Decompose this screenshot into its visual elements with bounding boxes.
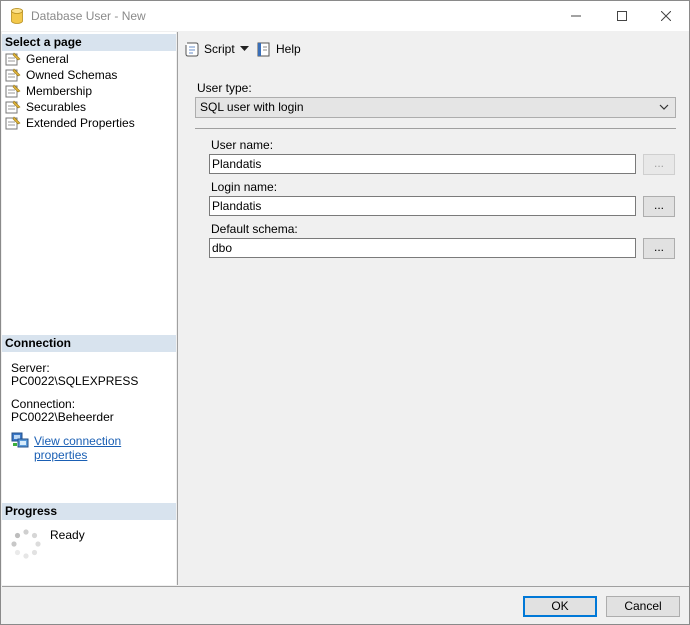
help-label: Help (276, 42, 301, 56)
user-name-browse-button[interactable]: ... (643, 154, 675, 175)
view-connection-properties-link[interactable]: View connection properties (34, 434, 176, 462)
page-item-label: Securables (26, 100, 87, 114)
login-name-label: Login name: (211, 180, 278, 194)
script-dropdown-button[interactable] (240, 40, 249, 58)
page-wrench-icon (5, 52, 21, 66)
select-page-header: Select a page (2, 34, 176, 51)
user-type-label: User type: (197, 81, 252, 95)
page-item-extended-properties[interactable]: Extended Properties (5, 115, 135, 131)
user-name-field[interactable]: Plandatis (209, 154, 636, 174)
page-wrench-icon (5, 116, 21, 130)
user-type-select[interactable]: SQL user with login (195, 97, 676, 118)
connection-properties-icon (11, 432, 29, 448)
progress-status: Ready (50, 528, 85, 542)
page-item-label: Membership (26, 84, 93, 98)
page-item-securables[interactable]: Securables (5, 99, 86, 115)
ok-button[interactable]: OK (523, 596, 597, 617)
default-schema-browse-button[interactable]: ... (643, 238, 675, 259)
user-type-value: SQL user with login (200, 100, 304, 114)
login-name-field[interactable]: Plandatis (209, 196, 636, 216)
page-item-label: Extended Properties (26, 116, 135, 130)
chevron-down-icon (659, 104, 669, 110)
page-item-owned-schemas[interactable]: Owned Schemas (5, 67, 117, 83)
cancel-button[interactable]: Cancel (606, 596, 680, 617)
minimize-button[interactable] (553, 1, 599, 31)
script-label: Script (204, 42, 235, 56)
minimize-icon (571, 15, 581, 17)
page-item-membership[interactable]: Membership (5, 83, 92, 99)
server-value: PC0022\SQLEXPRESS (11, 374, 139, 388)
dialog-footer: OK Cancel (2, 586, 689, 624)
divider (195, 128, 676, 129)
title-bar[interactable]: Database User - New (1, 1, 689, 31)
progress-header: Progress (2, 503, 176, 520)
default-schema-label: Default schema: (211, 222, 298, 236)
page-item-label: General (26, 52, 69, 66)
chevron-down-icon (240, 46, 249, 51)
connection-header: Connection (2, 335, 176, 352)
script-button[interactable]: Script (184, 40, 235, 58)
maximize-button[interactable] (599, 1, 645, 31)
help-button[interactable]: Help (256, 40, 301, 58)
window-title: Database User - New (31, 9, 146, 23)
connection-value: PC0022\Beheerder (11, 410, 114, 424)
page-wrench-icon (5, 84, 21, 98)
left-pane: Select a page General Owned Schemas Memb… (2, 32, 176, 585)
right-pane: Script Help User type: SQL user with log… (177, 32, 689, 585)
page-wrench-icon (5, 100, 21, 114)
close-icon (661, 11, 671, 21)
script-icon (185, 42, 199, 57)
default-schema-field[interactable]: dbo (209, 238, 636, 258)
help-book-icon (257, 42, 270, 57)
page-item-label: Owned Schemas (26, 68, 118, 82)
progress-spinner-icon (11, 529, 41, 559)
close-button[interactable] (643, 1, 689, 31)
page-item-general[interactable]: General (5, 51, 69, 67)
page-wrench-icon (5, 68, 21, 82)
dialog-window: Database User - New Select a page Genera… (0, 0, 690, 625)
user-name-label: User name: (211, 138, 274, 152)
login-name-browse-button[interactable]: ... (643, 196, 675, 217)
database-icon (11, 8, 23, 24)
maximize-icon (617, 11, 627, 21)
